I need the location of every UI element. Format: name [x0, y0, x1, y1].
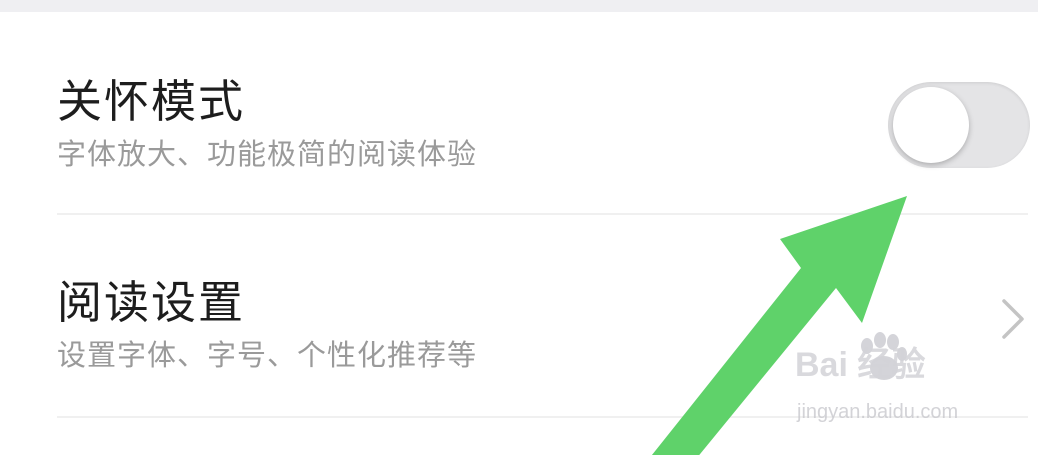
- care-mode-title: 关怀模式: [57, 75, 246, 128]
- watermark-brand: Bai 经验: [795, 346, 926, 384]
- reading-settings-subtitle: 设置字体、字号、个性化推荐等: [57, 338, 478, 372]
- chevron-right-icon: [1002, 299, 1024, 339]
- reading-settings-title: 阅读设置: [57, 276, 246, 329]
- toggle-knob: [893, 87, 969, 163]
- care-mode-subtitle: 字体放大、功能极简的阅读体验: [57, 137, 478, 171]
- watermark-url: jingyan.baidu.com: [797, 401, 959, 423]
- top-section-band: [0, 0, 1038, 12]
- care-mode-toggle[interactable]: [888, 82, 1030, 168]
- baidu-jingyan-watermark: Bai 经验 jingyan.baidu.com: [795, 332, 995, 435]
- care-mode-row[interactable]: 关怀模式 字体放大、功能极简的阅读体验: [0, 12, 1038, 214]
